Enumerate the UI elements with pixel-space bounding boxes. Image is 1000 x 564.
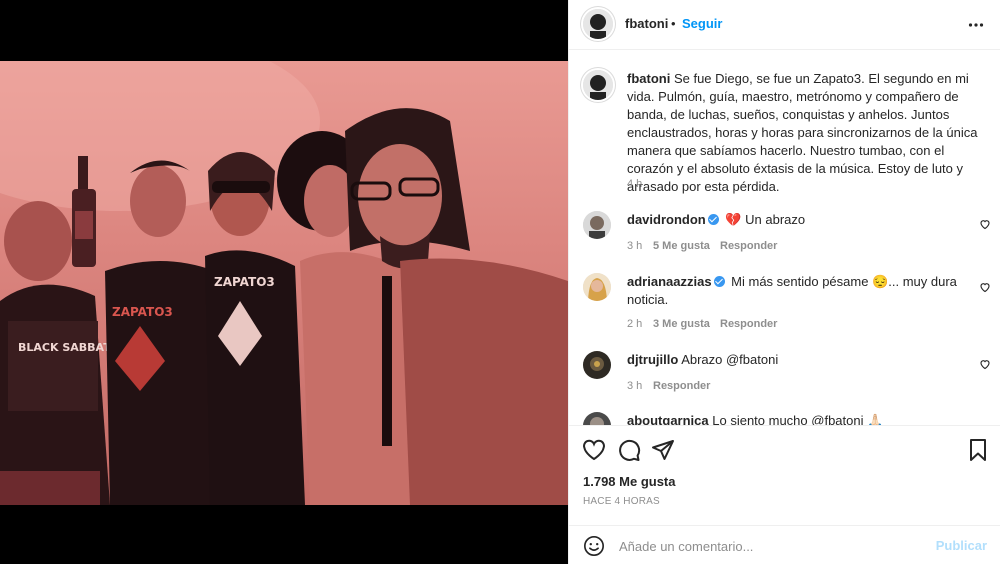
likes-count[interactable]: 1.798 Me gusta bbox=[583, 474, 676, 489]
comment-3: djtrujillo Abrazo @fbatoni bbox=[627, 351, 967, 369]
comment-text: Lo siento mucho @fbatoni 🙏🏻 bbox=[712, 413, 884, 426]
reply-button[interactable]: Responder bbox=[720, 318, 777, 330]
caption: fbatoni Se fue Diego, se fue un Zapato3.… bbox=[627, 70, 987, 196]
comment-likes[interactable]: 3 Me gusta bbox=[653, 318, 710, 330]
comment-username[interactable]: djtrujillo bbox=[627, 352, 678, 367]
comment-username[interactable]: aboutgarnica bbox=[627, 413, 709, 425]
comment-text: Abrazo @fbatoni bbox=[681, 352, 779, 367]
author-avatar[interactable] bbox=[583, 9, 613, 39]
post-media[interactable]: BLACK SABBATH ZAPATO3 ZAPATO3 bbox=[0, 0, 568, 564]
caption-avatar[interactable] bbox=[583, 70, 613, 100]
reply-button[interactable]: Responder bbox=[720, 240, 777, 252]
comment-time: 2 h bbox=[627, 318, 643, 330]
person-1: BLACK SABBATH bbox=[0, 201, 120, 505]
band-photo-illustration: BLACK SABBATH ZAPATO3 ZAPATO3 bbox=[0, 61, 568, 505]
comment-username[interactable]: davidrondon bbox=[627, 212, 706, 227]
comment-username[interactable]: adrianaazzias bbox=[627, 274, 712, 289]
heart-icon[interactable] bbox=[979, 218, 991, 230]
action-bar bbox=[569, 426, 1000, 476]
caption-text: Se fue Diego, se fue un Zapato3. El segu… bbox=[627, 71, 978, 194]
post-photo[interactable]: BLACK SABBATH ZAPATO3 ZAPATO3 bbox=[0, 61, 568, 505]
shirt-left-text: BLACK SABBATH bbox=[18, 341, 120, 354]
bookmark-icon[interactable] bbox=[966, 438, 990, 462]
comment-2: adrianaazzias Mi más sentido pésame 😔...… bbox=[627, 273, 967, 309]
comment-4: aboutgarnica Lo siento mucho @fbatoni 🙏🏻 bbox=[627, 412, 967, 426]
comment-avatar[interactable] bbox=[583, 412, 611, 425]
comment-icon[interactable] bbox=[617, 438, 641, 462]
emoji-icon[interactable] bbox=[583, 535, 605, 557]
verified-icon bbox=[713, 276, 725, 287]
verified-icon bbox=[707, 214, 719, 225]
comment-likes[interactable]: 5 Me gusta bbox=[653, 240, 710, 252]
post-header: fbatoni • Seguir bbox=[569, 0, 1000, 50]
caption-username[interactable]: fbatoni bbox=[627, 71, 670, 86]
add-comment-bar: Publicar bbox=[569, 525, 1000, 564]
comment-text: 💔 Un abrazo bbox=[725, 212, 806, 227]
author-username[interactable]: fbatoni bbox=[625, 16, 668, 31]
reply-button[interactable]: Responder bbox=[653, 380, 710, 392]
comment-avatar[interactable] bbox=[583, 273, 611, 301]
share-icon[interactable] bbox=[651, 438, 675, 462]
header-separator: • bbox=[671, 16, 676, 31]
comment-input[interactable] bbox=[617, 535, 921, 557]
comment-1: davidrondon 💔 Un abrazo bbox=[627, 211, 967, 229]
follow-button[interactable]: Seguir bbox=[682, 16, 722, 31]
comment-time: 3 h bbox=[627, 380, 643, 392]
more-icon[interactable] bbox=[968, 17, 984, 33]
publish-button[interactable]: Publicar bbox=[936, 538, 987, 553]
comment-avatar[interactable] bbox=[583, 351, 611, 379]
heart-icon[interactable] bbox=[582, 438, 606, 462]
comment-avatar[interactable] bbox=[583, 211, 611, 239]
shirt-right-text: ZAPATO3 bbox=[214, 275, 275, 289]
heart-icon[interactable] bbox=[979, 358, 991, 370]
shirt-mid-text: ZAPATO3 bbox=[112, 305, 173, 319]
comment-time: 3 h bbox=[627, 240, 643, 252]
heart-icon[interactable] bbox=[979, 281, 991, 293]
caption-time: 4 h bbox=[627, 178, 643, 190]
post-time: HACE 4 HORAS bbox=[583, 496, 660, 507]
comments-area[interactable]: fbatoni Se fue Diego, se fue un Zapato3.… bbox=[569, 50, 1000, 426]
post-panel: fbatoni • Seguir fbatoni Se fue Diego, s… bbox=[568, 0, 1000, 564]
